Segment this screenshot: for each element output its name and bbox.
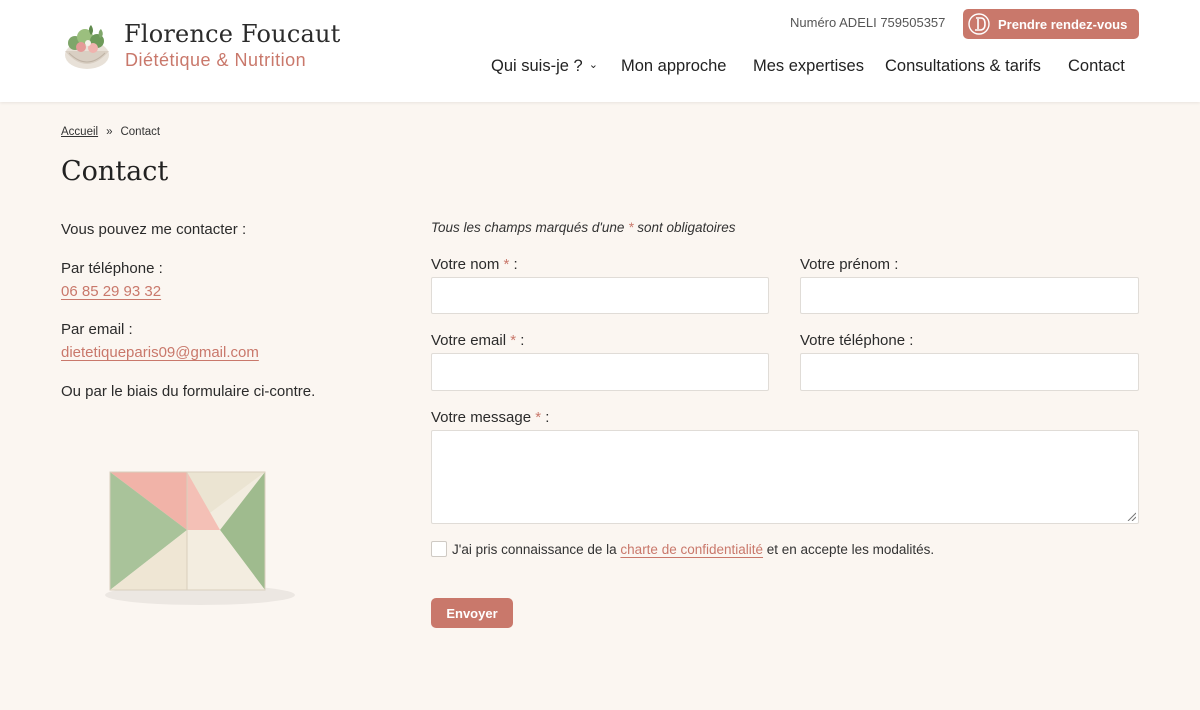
breadcrumb: Accueil » Contact xyxy=(61,126,160,138)
nav-item-qui-suis-je[interactable]: Qui suis-je ? ⌄ xyxy=(491,57,598,76)
consent-checkbox[interactable] xyxy=(431,541,447,557)
consent-text-end: et en accepte les modalités. xyxy=(763,542,935,557)
email-field-label: Votre email * : xyxy=(431,332,524,349)
email-label: Par email : xyxy=(61,321,133,338)
nom-input[interactable] xyxy=(431,277,769,314)
nom-label-text: Votre nom xyxy=(431,256,500,273)
email-input[interactable] xyxy=(431,353,769,391)
brand-subtitle: Diététique & Nutrition xyxy=(125,50,307,70)
envelope-illustration xyxy=(105,471,295,605)
email-link[interactable]: dietetiqueparis09@gmail.com xyxy=(61,344,259,361)
breadcrumb-home-link[interactable]: Accueil xyxy=(61,126,98,138)
chevron-down-icon: ⌄ xyxy=(588,59,598,71)
salad-bowl-logo-icon[interactable] xyxy=(61,19,113,73)
message-label-text: Votre message xyxy=(431,409,532,426)
phone-link[interactable]: 06 85 29 93 32 xyxy=(61,283,161,300)
brand-name[interactable]: Florence Foucaut xyxy=(124,20,340,48)
telephone-input[interactable] xyxy=(800,353,1139,391)
nav-item-consultations-tarifs[interactable]: Consultations & tarifs xyxy=(885,57,1041,76)
nom-label: Votre nom * : xyxy=(431,256,518,273)
doctolib-icon xyxy=(968,13,990,35)
required-fields-note: Tous les champs marqués d'une * sont obl… xyxy=(431,220,736,235)
privacy-policy-link[interactable]: charte de confidentialité xyxy=(620,542,763,557)
book-appointment-label: Prendre rendez-vous xyxy=(998,16,1128,32)
book-appointment-button[interactable]: Prendre rendez-vous xyxy=(963,9,1139,39)
message-textarea[interactable] xyxy=(431,430,1139,524)
nav-item-mes-expertises[interactable]: Mes expertises xyxy=(753,57,864,76)
contact-intro: Vous pouvez me contacter : xyxy=(61,221,247,238)
nav-item-mon-approche[interactable]: Mon approche xyxy=(621,57,727,76)
message-label: Votre message * : xyxy=(431,409,549,426)
nav-item-label: Qui suis-je ? xyxy=(491,57,583,75)
label-suffix: : xyxy=(541,409,550,426)
required-note-text-end: sont obligatoires xyxy=(633,220,736,235)
prenom-input[interactable] xyxy=(800,277,1139,314)
site-header: Florence Foucaut Diététique & Nutrition … xyxy=(0,0,1200,102)
breadcrumb-current: Contact xyxy=(120,126,161,138)
submit-button[interactable]: Envoyer xyxy=(431,598,513,628)
page-title: Contact xyxy=(61,156,169,187)
breadcrumb-separator: » xyxy=(106,126,113,138)
adeli-number: Numéro ADELI 759505357 xyxy=(790,15,946,30)
phone-label: Par téléphone : xyxy=(61,260,163,277)
resize-handle-icon[interactable] xyxy=(1126,511,1136,521)
telephone-label: Votre téléphone : xyxy=(800,332,914,349)
nav-item-contact[interactable]: Contact xyxy=(1068,57,1125,76)
consent-text-start: J'ai pris connaissance de la xyxy=(452,542,621,557)
label-suffix: : xyxy=(509,256,518,273)
consent-text: J'ai pris connaissance de la charte de c… xyxy=(452,542,934,557)
email-field-label-text: Votre email xyxy=(431,332,507,349)
required-note-text: Tous les champs marqués d'une xyxy=(431,220,629,235)
prenom-label: Votre prénom : xyxy=(800,256,899,273)
form-note: Ou par le biais du formulaire ci-contre. xyxy=(61,383,316,400)
label-suffix: : xyxy=(516,332,525,349)
